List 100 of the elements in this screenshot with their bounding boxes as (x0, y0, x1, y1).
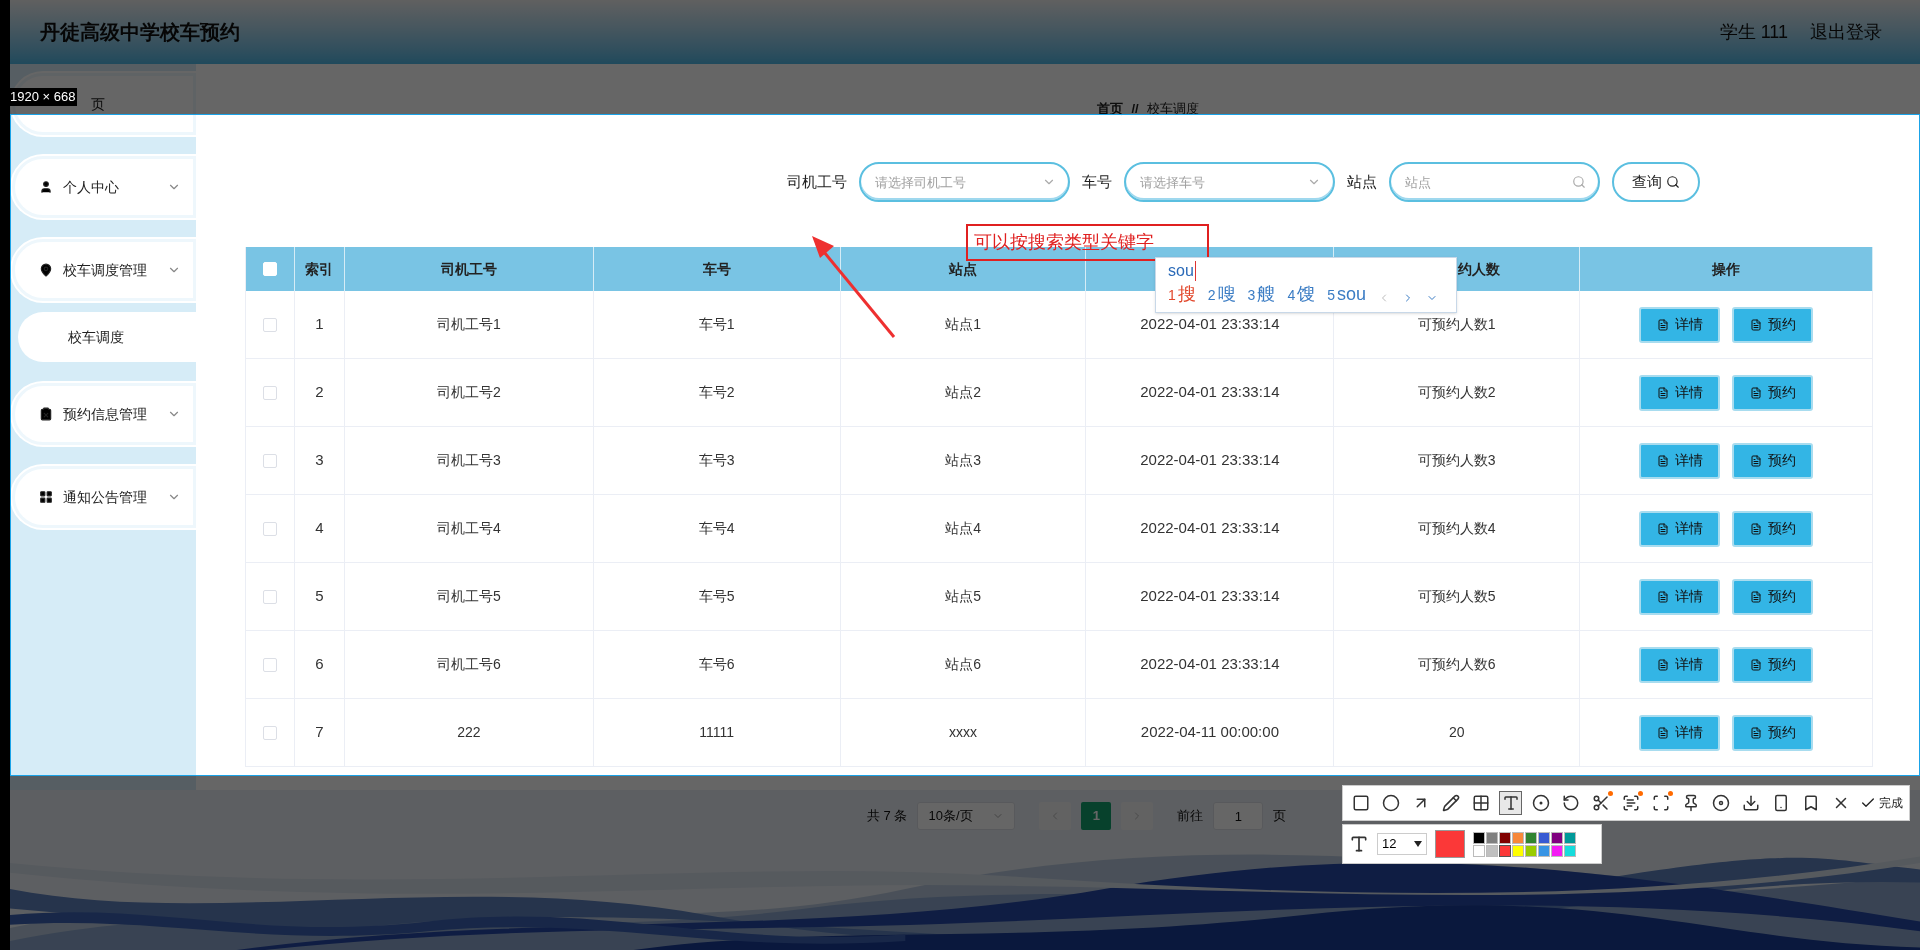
query-button[interactable]: 查询 (1611, 162, 1700, 202)
table-cell-text: 司机工号6 (436, 655, 501, 674)
search-icon (1571, 175, 1586, 189)
details-button[interactable]: 详情 (1639, 578, 1721, 615)
color-swatch[interactable] (1486, 831, 1498, 844)
dot-circle-icon (1531, 794, 1550, 812)
checkbox[interactable] (263, 385, 277, 400)
checkbox[interactable] (263, 521, 277, 536)
sidebar-subitem[interactable]: 校车调度 (18, 312, 196, 362)
document-icon (1656, 318, 1669, 331)
app-title: 丹徒高级中学校车预约 (40, 20, 240, 45)
ime-candidate[interactable]: 3艘 (1247, 281, 1276, 308)
font-size-select[interactable]: 12 (1377, 833, 1427, 855)
column-header: 车号 (702, 259, 731, 279)
checkbox[interactable] (263, 589, 277, 604)
reserve-button[interactable]: 预约 (1732, 714, 1814, 751)
document-icon (1656, 522, 1669, 535)
reserve-button[interactable]: 预约 (1732, 306, 1814, 343)
color-swatch[interactable] (1486, 844, 1498, 857)
checkbox[interactable] (263, 725, 277, 740)
document-icon (1749, 386, 1762, 399)
color-swatch[interactable] (1525, 831, 1537, 844)
search-icon (1665, 175, 1680, 189)
field-label: 司机工号 (786, 171, 847, 192)
color-swatch[interactable] (1564, 844, 1576, 857)
scan-text-icon (1622, 794, 1641, 812)
column-header: 约人数 (1458, 259, 1501, 279)
table-cell-text: 7 (315, 722, 324, 743)
column-header: 司机工号 (440, 259, 497, 279)
table-cell-text: 站点5 (945, 587, 981, 606)
color-swatch[interactable] (1499, 831, 1511, 844)
size-label: 1920 × 668 (8, 88, 78, 106)
ime-candidate[interactable]: 5sou (1327, 281, 1366, 308)
table-cell-text: 车号1 (698, 315, 735, 334)
color-swatch[interactable] (1512, 831, 1524, 844)
table-cell-text: 司机工号3 (436, 451, 501, 470)
checkbox[interactable] (263, 317, 277, 332)
color-swatch[interactable] (1512, 844, 1524, 857)
current-color-swatch[interactable] (1435, 830, 1465, 858)
table-cell-text: 3 (315, 450, 324, 471)
table-cell-text: 222 (457, 723, 481, 742)
details-button[interactable]: 详情 (1639, 510, 1721, 547)
reserve-button[interactable]: 预约 (1732, 578, 1814, 615)
table-cell-text: 2022-04-11 00:00:00 (1140, 722, 1279, 743)
color-swatch[interactable] (1538, 831, 1550, 844)
table-cell-text: 司机工号4 (436, 519, 501, 538)
document-icon (1749, 522, 1762, 535)
text-tool-icon (1501, 794, 1520, 812)
sidebar-item[interactable]: 校车调度管理 (12, 239, 196, 301)
table-cell-text: 4 (315, 518, 324, 539)
ime-candidate[interactable]: 2 嗖 (1207, 281, 1236, 308)
ime-composition: sou (1168, 261, 1196, 281)
table-cell-text: 站点6 (945, 655, 981, 674)
color-swatch[interactable] (1473, 831, 1485, 844)
details-button[interactable]: 详情 (1639, 306, 1721, 343)
table-cell-text: 车号2 (698, 383, 735, 402)
ime-candidate[interactable]: 1 搜 (1168, 281, 1196, 308)
color-swatch[interactable] (1564, 831, 1576, 844)
details-button[interactable]: 详情 (1639, 646, 1721, 683)
font-size-icon (1349, 834, 1369, 854)
select-field[interactable]: 请选择车号 (1123, 162, 1335, 202)
scan-icon (1652, 794, 1671, 812)
details-button[interactable]: 详情 (1639, 714, 1721, 751)
table-cell-text: 可预约人数4 (1417, 519, 1496, 538)
document-icon (1749, 658, 1762, 671)
color-swatch[interactable] (1551, 831, 1563, 844)
checkbox[interactable] (263, 657, 277, 672)
checkbox[interactable] (263, 453, 277, 468)
sidebar-item[interactable]: 个人中心 (12, 156, 196, 218)
table-cell-text: 2022-04-01 23:33:14 (1140, 518, 1280, 539)
table-cell-text: 2022-04-01 23:33:14 (1140, 586, 1280, 607)
caret-icon (1414, 841, 1422, 847)
reserve-button[interactable]: 预约 (1732, 442, 1814, 479)
input-field[interactable]: 站点 (1388, 162, 1600, 202)
color-swatch[interactable] (1538, 844, 1550, 857)
ime-candidate[interactable]: 4馊 (1287, 281, 1316, 308)
square-icon (1351, 794, 1370, 812)
page-size-select[interactable]: 10条/页 (917, 802, 1016, 830)
color-swatch[interactable] (1499, 844, 1511, 857)
color-swatch[interactable] (1525, 844, 1537, 857)
document-icon (1749, 590, 1762, 603)
reserve-button[interactable]: 预约 (1732, 646, 1814, 683)
table-cell-text: xxxx (949, 723, 978, 742)
details-button[interactable]: 详情 (1639, 442, 1721, 479)
reserve-button[interactable]: 预约 (1732, 374, 1814, 411)
page-input[interactable]: 1 (1213, 802, 1264, 830)
color-swatch[interactable] (1551, 844, 1563, 857)
reserve-button[interactable]: 预约 (1732, 510, 1814, 547)
details-button[interactable]: 详情 (1639, 374, 1721, 411)
color-swatch[interactable] (1473, 844, 1485, 857)
text-tool-tool[interactable] (1499, 791, 1523, 815)
circle-icon (1381, 794, 1400, 812)
document-icon (1656, 454, 1669, 467)
sidebar-item[interactable]: 通知公告管理 (12, 466, 196, 528)
table-cell-text: 可预约人数6 (1417, 655, 1496, 674)
table-cell-text: 车号4 (698, 519, 735, 538)
select-field[interactable]: 请选择司机工号 (858, 162, 1070, 202)
column-header: 站点 (949, 259, 977, 279)
sidebar-item[interactable]: 预约信息管理 (12, 383, 196, 445)
done-button[interactable]: 完成 (1859, 794, 1903, 812)
